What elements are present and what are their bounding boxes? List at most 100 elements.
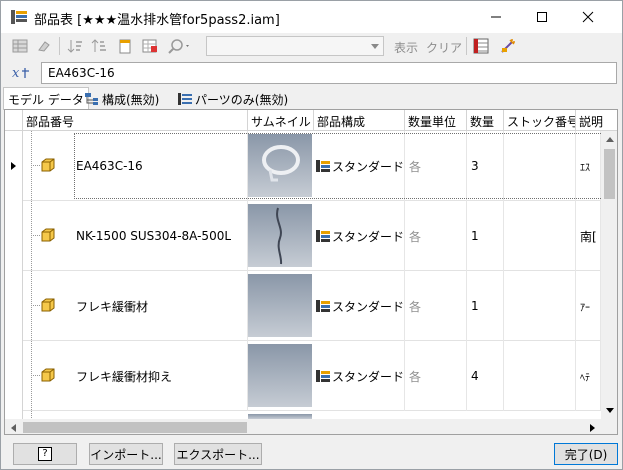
horizontal-scrollbar[interactable]	[5, 419, 601, 434]
chevron-up-icon	[605, 137, 614, 142]
row-selector[interactable]	[5, 271, 23, 341]
row-selector[interactable]	[5, 201, 23, 271]
cell-quantity[interactable]: 1	[467, 201, 504, 271]
cell-description[interactable]: ｱｰ	[576, 271, 601, 341]
close-button[interactable]	[565, 1, 611, 33]
header-bom-structure[interactable]: 部品構成	[314, 110, 405, 131]
search-input[interactable]: EA463C-16	[41, 62, 617, 84]
cell-part-number[interactable]: フレキ緩衝材抑え	[73, 341, 248, 411]
scroll-down-button[interactable]	[601, 402, 617, 419]
function-icon[interactable]: x	[11, 64, 33, 82]
cell-part-number[interactable]: フレキ緩衝材	[73, 271, 248, 341]
cell-unit[interactable]: 各	[405, 341, 467, 411]
clear-button[interactable]: クリア	[426, 39, 462, 56]
maximize-button[interactable]	[519, 1, 565, 33]
bom-window: 部品表 [★★★温水排水管for5pass2.iam] 表示 クリア x EA4…	[0, 0, 623, 470]
header-unit[interactable]: 数量単位	[405, 110, 467, 131]
scroll-right-button[interactable]	[584, 419, 601, 434]
row-selector[interactable]	[5, 411, 23, 419]
help-button[interactable]: ?	[13, 443, 77, 465]
toolbar: 表示 クリア	[1, 33, 622, 59]
sort-descending-button[interactable]	[89, 36, 109, 56]
header-description[interactable]: 説明	[576, 110, 617, 131]
cell-bom-structure[interactable]: スタンダード	[314, 201, 405, 271]
view-filter-combo[interactable]	[206, 36, 384, 56]
chevron-down-icon	[371, 43, 379, 49]
standard-structure-icon	[316, 300, 330, 312]
combo-arrow[interactable]	[367, 37, 383, 55]
cell-stock-number[interactable]	[504, 131, 576, 201]
cell-quantity[interactable]: 4	[467, 341, 504, 411]
thumbnail-image	[248, 134, 312, 197]
chevron-right-icon	[590, 423, 595, 432]
structure-label: スタンダード	[331, 159, 404, 174]
table-view-button[interactable]	[10, 36, 30, 56]
table-row[interactable]	[5, 411, 601, 419]
header-part-number[interactable]: 部品番号	[23, 110, 248, 131]
cell-bom-structure[interactable]: スタンダード	[314, 131, 405, 201]
structure-icon	[85, 93, 98, 105]
horizontal-scroll-thumb[interactable]	[23, 422, 247, 433]
done-button[interactable]: 完了(D)	[554, 443, 618, 465]
import-button[interactable]: インポート...	[89, 443, 163, 465]
part-icon	[41, 228, 55, 242]
cell-description[interactable]: ｴｽ	[576, 131, 601, 201]
export-button[interactable]: エクスポート...	[174, 443, 262, 465]
table-row[interactable]: フレキ緩衝材 スタンダード 各 1 ｱｰ	[5, 271, 601, 341]
cell-stock-number[interactable]	[504, 201, 576, 271]
cell-bom-structure[interactable]: スタンダード	[314, 341, 405, 411]
thumbnail-image	[248, 274, 312, 337]
tab-strip: モデル データ 構成(無効) パーツのみ(無効)	[1, 87, 622, 110]
vertical-scrollbar[interactable]	[601, 131, 617, 419]
sort-ascending-button[interactable]	[65, 36, 85, 56]
cell-description[interactable]: ﾍﾃ	[576, 341, 601, 411]
cell-part-number[interactable]: EA463C-16	[73, 131, 248, 201]
header-stock-number[interactable]: ストック番号	[504, 110, 576, 131]
tab-structured[interactable]: 構成(無効)	[81, 89, 163, 109]
row-selector[interactable]	[5, 341, 23, 411]
tab-parts-only[interactable]: パーツのみ(無効)	[174, 89, 292, 109]
zoom-dropdown-button[interactable]	[165, 36, 193, 56]
bom-settings-button[interactable]	[471, 36, 491, 56]
table-export-icon	[142, 39, 157, 53]
cell-unit[interactable]: 各	[405, 131, 467, 201]
tab-model-data[interactable]: モデル データ	[3, 87, 89, 110]
title-bar: 部品表 [★★★温水排水管for5pass2.iam]	[1, 1, 622, 33]
row-selector[interactable]	[5, 131, 23, 201]
table-icon	[12, 39, 28, 53]
cell-bom-structure[interactable]: スタンダード	[314, 271, 405, 341]
cell-unit[interactable]: 各	[405, 271, 467, 341]
header-thumbnail[interactable]: サムネイル	[248, 110, 314, 131]
current-row-arrow-icon	[10, 162, 16, 170]
thumbnail-image	[248, 344, 312, 407]
structure-label: スタンダード	[331, 299, 404, 314]
part-icon	[41, 368, 55, 382]
eraser-button[interactable]	[34, 36, 54, 56]
grid-header: 部品番号 サムネイル 部品構成 数量単位 数量 ストック番号 説明	[5, 110, 617, 131]
cell-description[interactable]: 南[	[576, 201, 601, 271]
tool-button[interactable]	[498, 36, 518, 56]
header-quantity[interactable]: 数量	[467, 110, 504, 131]
export-table-button[interactable]	[140, 36, 160, 56]
table-row[interactable]: EA463C-16 スタンダード 各 3 ｴｽ	[5, 131, 603, 201]
list-icon	[178, 93, 192, 105]
scroll-left-button[interactable]	[5, 419, 22, 434]
table-row[interactable]: NK-1500 SUS304-8A-500L スタンダード 各 1 南[	[5, 201, 601, 271]
chevron-left-icon	[11, 423, 16, 432]
part-icon	[41, 298, 55, 312]
tab-label: 構成(無効)	[102, 92, 160, 107]
scrollbar-corner	[601, 419, 617, 434]
show-button[interactable]: 表示	[394, 39, 418, 56]
table-row[interactable]: フレキ緩衝材抑え スタンダード 各 4 ﾍﾃ	[5, 341, 601, 411]
cell-unit[interactable]: 各	[405, 201, 467, 271]
scroll-up-button[interactable]	[601, 131, 617, 148]
renumber-button[interactable]	[115, 36, 135, 56]
svg-text:x: x	[12, 66, 20, 81]
minimize-button[interactable]	[473, 1, 519, 33]
cell-quantity[interactable]: 3	[467, 131, 504, 201]
cell-quantity[interactable]: 1	[467, 271, 504, 341]
cell-stock-number[interactable]	[504, 271, 576, 341]
vertical-scroll-thumb[interactable]	[604, 149, 615, 199]
cell-part-number[interactable]: NK-1500 SUS304-8A-500L	[73, 201, 248, 271]
cell-stock-number[interactable]	[504, 341, 576, 411]
